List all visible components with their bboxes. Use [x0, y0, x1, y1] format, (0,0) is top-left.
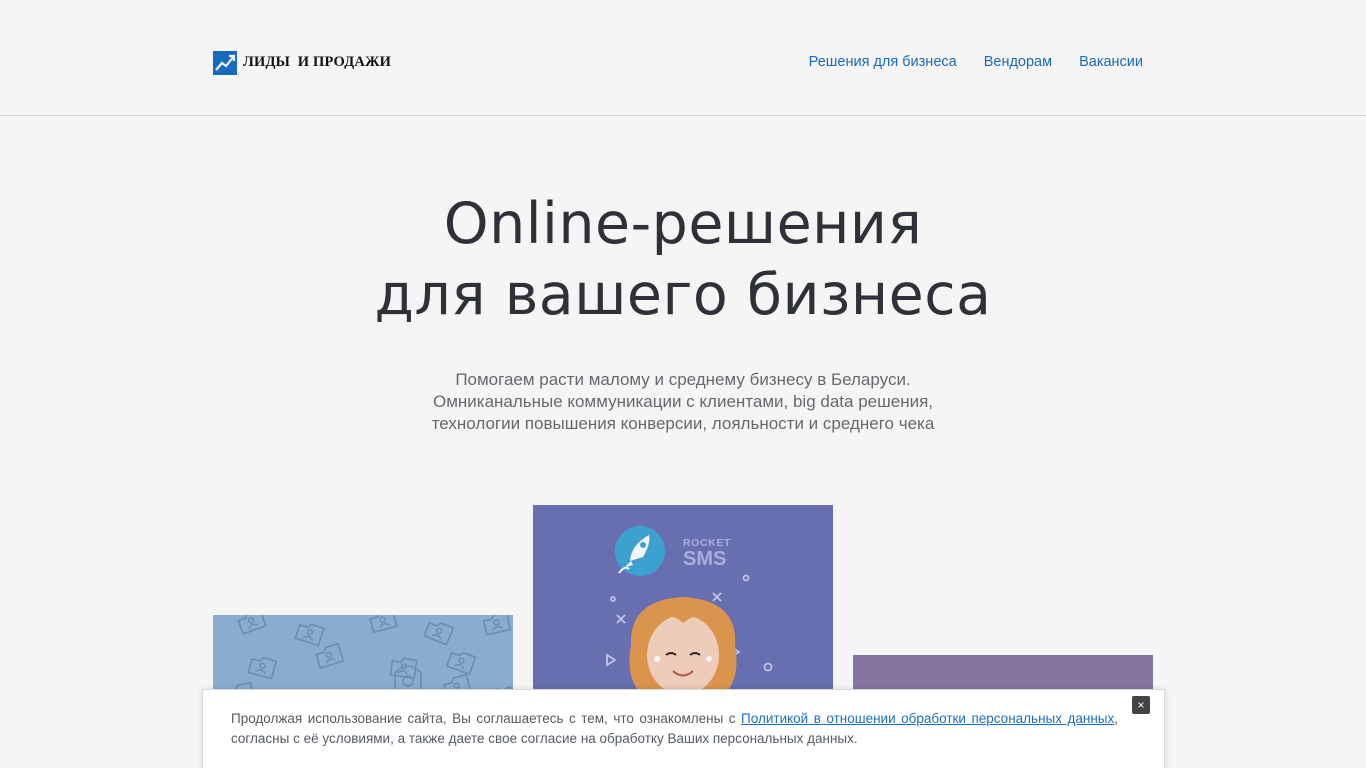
- cookie-text: Продолжая использование сайта, Вы соглаш…: [231, 709, 1118, 749]
- girl-avatar-illustration: [629, 597, 737, 695]
- cookie-text-before: Продолжая использование сайта, Вы соглаш…: [231, 711, 742, 726]
- privacy-policy-link[interactable]: Политикой в отношении обработки персонал…: [741, 711, 1114, 726]
- site-header: ЛИДЫ И ПРОДАЖИ Решения для бизнеса Вендо…: [0, 0, 1366, 116]
- hero-subtitle-line-2: Омниканальные коммуникации с клиентами, …: [432, 392, 934, 411]
- hero-subtitle-line-1: Помогаем расти малому и среднему бизнесу…: [455, 370, 911, 389]
- hero-subtitle-line-3: технологии повышения конверсии, лояльнос…: [431, 414, 935, 433]
- nav-vendors[interactable]: Вендорам: [984, 52, 1052, 72]
- chart-growth-icon: [213, 50, 237, 75]
- hero-subtitle: Помогаем расти малому и среднему бизнесу…: [0, 369, 1366, 435]
- hero-title-line-2: для вашего бизнеса: [374, 262, 992, 328]
- cookie-banner: Продолжая использование сайта, Вы соглаш…: [202, 689, 1165, 768]
- logo-text: ЛИДЫ И ПРОДАЖИ: [243, 54, 392, 70]
- hero-title: Online-решения для вашего бизнеса: [0, 189, 1366, 331]
- logo[interactable]: ЛИДЫ И ПРОДАЖИ: [213, 50, 391, 75]
- main-nav: Решения для бизнеса Вендорам Вакансии: [809, 52, 1143, 72]
- nav-vacancies[interactable]: Вакансии: [1079, 52, 1143, 72]
- page: ЛИДЫ И ПРОДАЖИ Решения для бизнеса Вендо…: [0, 0, 1366, 768]
- nav-business-solutions[interactable]: Решения для бизнеса: [809, 52, 957, 72]
- cookie-close-button[interactable]: ×: [1132, 696, 1150, 714]
- rocket-logo-icon: [615, 526, 665, 576]
- hero-title-line-1: Online-решения: [443, 191, 923, 257]
- sms-brand-bottom: SMS: [683, 548, 726, 570]
